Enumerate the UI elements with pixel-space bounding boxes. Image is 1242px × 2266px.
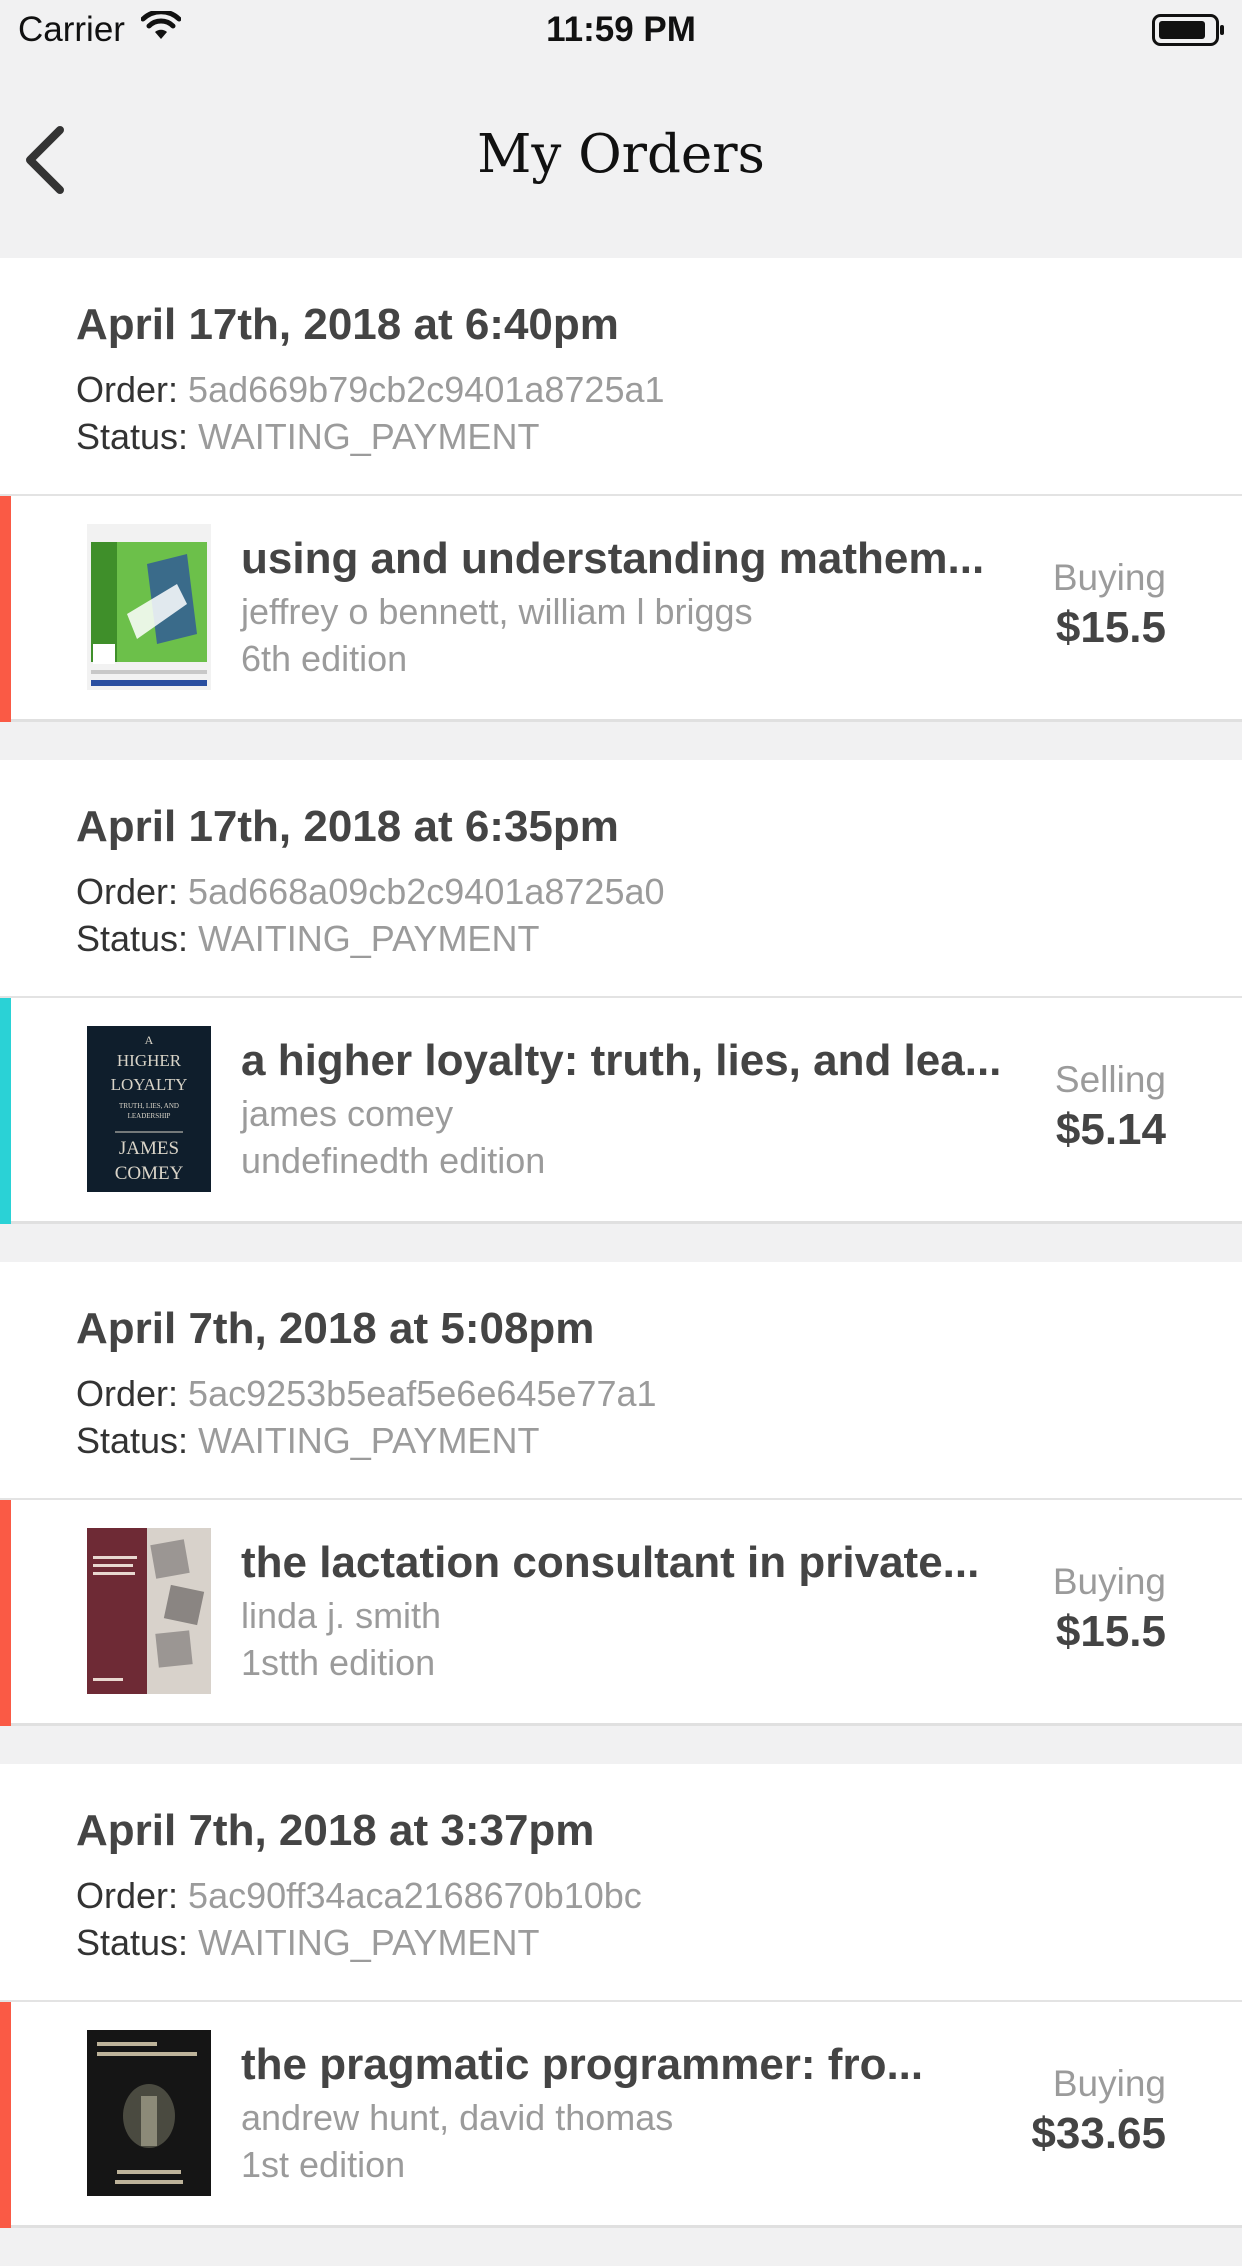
item-price-block: Buying $15.5 xyxy=(1053,1560,1166,1660)
math-book-cover-icon xyxy=(87,524,211,690)
cover-text: HIGHER xyxy=(117,1051,182,1070)
order-id-row: Order: 5ac9253b5eaf5e6e645e77a1 xyxy=(76,1370,1242,1417)
order-id-label: Order: xyxy=(76,871,179,912)
item-price-block: Selling $5.14 xyxy=(1055,1058,1166,1158)
order-date: April 17th, 2018 at 6:40pm xyxy=(76,300,619,349)
orders-list: April 17th, 2018 at 6:40pm Order: 5ad669… xyxy=(0,258,1242,2266)
order-id: 5ad669b79cb2c9401a8725a1 xyxy=(188,369,665,410)
item-edition: 6th edition xyxy=(241,638,408,679)
order-id: 5ac90ff34aca2168670b10bc xyxy=(188,1875,642,1916)
item-authors: jeffrey o bennett, william l briggs xyxy=(241,591,753,632)
battery-icon xyxy=(1152,14,1226,46)
order-status-row: Status: WAITING_PAYMENT xyxy=(76,413,1242,460)
order-item[interactable]: the pragmatic programmer: fro... andrew … xyxy=(0,2002,1242,2228)
order-date: April 7th, 2018 at 3:37pm xyxy=(76,1806,595,1855)
order-status-row: Status: WAITING_PAYMENT xyxy=(76,1417,1242,1464)
order-header: April 17th, 2018 at 6:35pm Order: 5ad668… xyxy=(0,760,1242,998)
order-id-row: Order: 5ad669b79cb2c9401a8725a1 xyxy=(76,366,1242,413)
order-id: 5ac9253b5eaf5e6e645e77a1 xyxy=(188,1373,657,1414)
order-card: April 7th, 2018 at 3:37pm Order: 5ac90ff… xyxy=(0,1764,1242,2228)
higher-loyalty-book-cover-icon: A HIGHER LOYALTY TRUTH, LIES, AND LEADER… xyxy=(87,1026,211,1192)
item-authors: andrew hunt, david thomas xyxy=(241,2097,674,2138)
order-status-row: Status: WAITING_PAYMENT xyxy=(76,915,1242,962)
item-price: $15.5 xyxy=(1055,1607,1166,1656)
item-authors: linda j. smith xyxy=(241,1595,442,1636)
item-edition: undefinedth edition xyxy=(241,1140,546,1181)
item-price: $5.14 xyxy=(1055,1105,1166,1154)
item-title: using and understanding mathem... xyxy=(241,534,985,583)
cover-text: LEADERSHIP xyxy=(128,1112,171,1120)
item-price: $15.5 xyxy=(1055,603,1166,652)
order-id-row: Order: 5ad668a09cb2c9401a8725a0 xyxy=(76,868,1242,915)
order-status: WAITING_PAYMENT xyxy=(198,918,540,959)
cover-text: COMEY xyxy=(115,1163,184,1184)
order-id-label: Order: xyxy=(76,1373,179,1414)
item-edition: 1st edition xyxy=(241,2144,406,2185)
item-info: the lactation consultant in private... l… xyxy=(241,1534,1031,1686)
order-status: WAITING_PAYMENT xyxy=(198,1420,540,1461)
order-header: April 17th, 2018 at 6:40pm Order: 5ad669… xyxy=(0,258,1242,496)
item-transaction-type: Buying xyxy=(1052,557,1166,598)
cover-text: LOYALTY xyxy=(111,1075,188,1094)
clock: 11:59 PM xyxy=(546,10,696,49)
order-id-label: Order: xyxy=(76,1875,179,1916)
item-price: $33.65 xyxy=(1031,2109,1166,2158)
item-authors: james comey xyxy=(241,1093,454,1134)
status-bar: Carrier 11:59 PM xyxy=(0,0,1242,64)
item-info: using and understanding mathem... jeffre… xyxy=(241,530,1031,682)
page-title: My Orders xyxy=(477,124,765,185)
cover-text: TRUTH, LIES, AND xyxy=(119,1102,179,1110)
cover-text: A xyxy=(145,1033,154,1047)
order-status-row: Status: WAITING_PAYMENT xyxy=(76,1919,1242,1966)
lactation-book-cover-icon xyxy=(87,1528,211,1694)
order-status-label: Status: xyxy=(76,1922,189,1963)
order-id-label: Order: xyxy=(76,369,179,410)
order-card: April 7th, 2018 at 5:08pm Order: 5ac9253… xyxy=(0,1262,1242,1726)
item-info: the pragmatic programmer: fro... andrew … xyxy=(241,2036,1031,2188)
order-status-label: Status: xyxy=(76,416,189,457)
cover-text: JAMES xyxy=(119,1138,179,1159)
item-transaction-type: Buying xyxy=(1052,2063,1166,2104)
selling-accent-bar xyxy=(0,998,11,1224)
item-edition: 1stth edition xyxy=(241,1642,436,1683)
order-status-label: Status: xyxy=(76,1420,189,1461)
item-title: the lactation consultant in private... xyxy=(241,1538,980,1587)
pragmatic-programmer-book-cover-icon xyxy=(87,2030,211,2196)
item-title: a higher loyalty: truth, lies, and lea..… xyxy=(241,1036,1002,1085)
order-status-label: Status: xyxy=(76,918,189,959)
item-info: a higher loyalty: truth, lies, and lea..… xyxy=(241,1032,1031,1184)
buying-accent-bar xyxy=(0,496,11,722)
order-item[interactable]: A HIGHER LOYALTY TRUTH, LIES, AND LEADER… xyxy=(0,998,1242,1224)
item-price-block: Buying $15.5 xyxy=(1053,556,1166,656)
order-status: WAITING_PAYMENT xyxy=(198,416,540,457)
order-date: April 17th, 2018 at 6:35pm xyxy=(76,802,619,851)
order-header: April 7th, 2018 at 5:08pm Order: 5ac9253… xyxy=(0,1262,1242,1500)
order-card: April 17th, 2018 at 6:40pm Order: 5ad669… xyxy=(0,258,1242,722)
order-id-row: Order: 5ac90ff34aca2168670b10bc xyxy=(76,1872,1242,1919)
buying-accent-bar xyxy=(0,2002,11,2228)
buying-accent-bar xyxy=(0,1500,11,1726)
order-date: April 7th, 2018 at 5:08pm xyxy=(76,1304,595,1353)
order-card: April 17th, 2018 at 6:35pm Order: 5ad668… xyxy=(0,760,1242,1224)
navigation-bar: My Orders xyxy=(0,64,1242,258)
item-transaction-type: Selling xyxy=(1054,1059,1166,1100)
order-item[interactable]: the lactation consultant in private... l… xyxy=(0,1500,1242,1726)
order-header: April 7th, 2018 at 3:37pm Order: 5ac90ff… xyxy=(0,1764,1242,2002)
item-transaction-type: Buying xyxy=(1052,1561,1166,1602)
order-id: 5ad668a09cb2c9401a8725a0 xyxy=(188,871,665,912)
item-title: the pragmatic programmer: fro... xyxy=(241,2040,924,2089)
item-price-block: Buying $33.65 xyxy=(1031,2062,1166,2162)
order-status: WAITING_PAYMENT xyxy=(198,1922,540,1963)
order-item[interactable]: using and understanding mathem... jeffre… xyxy=(0,496,1242,722)
